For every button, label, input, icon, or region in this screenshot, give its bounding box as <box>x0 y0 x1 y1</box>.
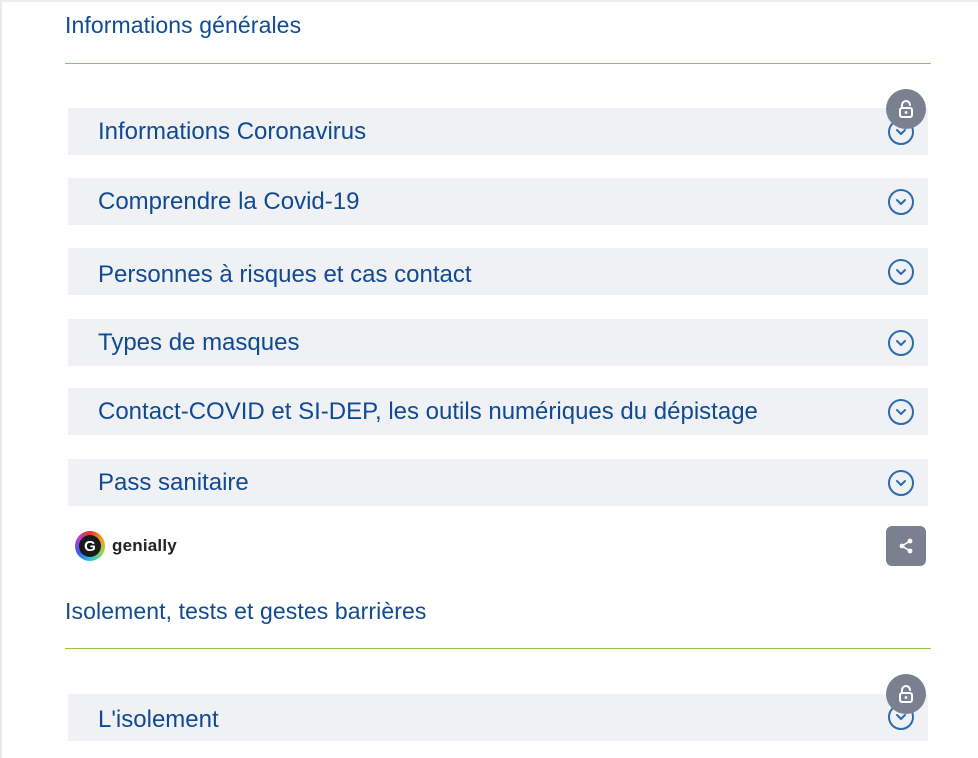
left-edge <box>0 0 2 758</box>
accordion-item-personnes-a-risques[interactable]: Personnes à risques et cas contact <box>68 248 928 295</box>
accordion-item-label: L'isolement <box>98 706 219 734</box>
accordion-item-types-de-masques[interactable]: Types de masques <box>68 319 928 366</box>
section-divider <box>65 63 931 64</box>
chevron-down-icon[interactable] <box>888 188 914 215</box>
chevron-down-icon[interactable] <box>888 398 914 425</box>
unlock-button[interactable] <box>886 674 926 714</box>
accordion-item-comprendre-covid[interactable]: Comprendre la Covid-19 <box>68 178 928 225</box>
accordion-item-label: Informations Coronavirus <box>98 117 367 145</box>
genially-logo-letter: G <box>79 535 101 557</box>
unlock-icon <box>899 100 913 118</box>
genially-logo[interactable]: G genially <box>75 531 177 561</box>
accordion-item-pass-sanitaire[interactable]: Pass sanitaire <box>68 459 928 506</box>
chevron-down-icon[interactable] <box>888 329 914 356</box>
chevron-down-icon[interactable] <box>888 258 914 285</box>
accordion-item-label: Pass sanitaire <box>98 468 249 496</box>
unlock-icon <box>899 685 913 703</box>
accordion-item-label: Types de masques <box>98 328 300 356</box>
section-divider <box>65 648 931 649</box>
accordion-item-label: Personnes à risques et cas contact <box>98 260 472 288</box>
accordion-item-label: Contact-COVID et SI-DEP, les outils numé… <box>98 397 758 425</box>
section-title-isolement: Isolement, tests et gestes barrières <box>65 598 427 624</box>
genially-brand-name: genially <box>112 536 177 555</box>
accordion-item-isolement[interactable]: L'isolement <box>68 694 928 741</box>
unlock-button[interactable] <box>886 89 926 129</box>
accordion-item-informations-coronavirus[interactable]: Informations Coronavirus <box>68 108 928 155</box>
accordion-item-contact-covid-si-dep[interactable]: Contact-COVID et SI-DEP, les outils numé… <box>68 388 928 435</box>
top-edge <box>0 0 978 2</box>
chevron-down-icon[interactable] <box>888 469 914 496</box>
accordion-item-label: Comprendre la Covid-19 <box>98 187 360 215</box>
share-button[interactable] <box>886 526 926 566</box>
share-icon <box>899 538 913 554</box>
section-title-general: Informations générales <box>65 12 302 38</box>
genially-logo-icon: G <box>75 531 105 561</box>
